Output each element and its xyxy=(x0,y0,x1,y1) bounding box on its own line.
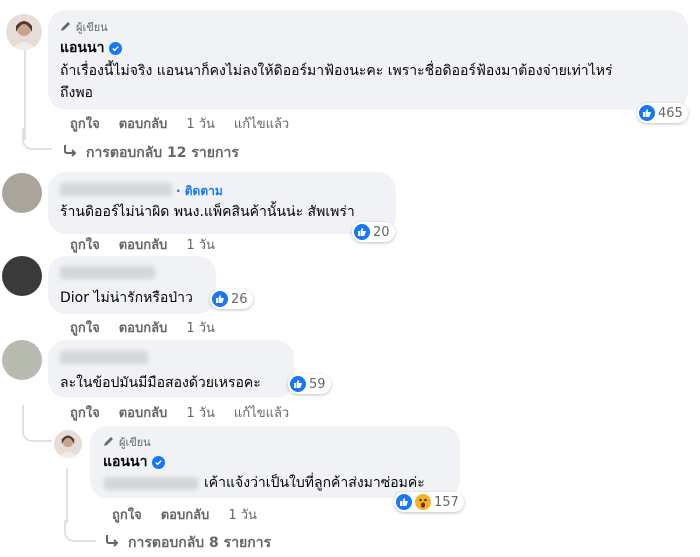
reaction-summary[interactable]: 26 xyxy=(210,289,253,309)
edited-label: แก้ไขแล้ว xyxy=(233,406,290,421)
like-reaction-icon xyxy=(396,494,412,510)
reaction-summary[interactable]: 59 xyxy=(288,374,331,394)
author-badge: ผู้เขียน xyxy=(60,18,108,36)
thread-line xyxy=(66,468,68,523)
author-badge: ผู้เขียน xyxy=(103,433,151,451)
commenter-name-redacted xyxy=(60,351,148,364)
reply-arrow-icon xyxy=(104,534,120,552)
comment-actions: ถูกใจ ตอบกลับ 1 วัน xyxy=(70,317,234,338)
comment-text: ร้านดิออร์ไม่น่าผิด พนง.แพ็คสินค้านั้นน่… xyxy=(60,204,355,220)
thread-line xyxy=(64,520,96,542)
thread-line xyxy=(22,128,52,150)
pen-icon xyxy=(103,435,115,450)
reply-button[interactable]: ตอบกลับ xyxy=(161,504,210,525)
like-reaction-icon xyxy=(354,224,370,240)
like-button[interactable]: ถูกใจ xyxy=(70,234,100,255)
edited-label: แก้ไขแล้ว xyxy=(233,117,290,132)
like-reaction-icon xyxy=(212,291,228,307)
reaction-summary[interactable]: 157 xyxy=(394,492,464,512)
timestamp[interactable]: 1 วัน xyxy=(186,317,215,338)
comment-text: ละในข้อปมันมีมือสองด้วยเหรอคะ xyxy=(60,375,261,391)
comment-text: Dior ไม่น่ารักหรือป่าว xyxy=(60,290,193,306)
comment-author[interactable]: แอนนา xyxy=(60,37,123,59)
comment-actions: ถูกใจ ตอบกลับ 1 วัน xyxy=(70,234,234,255)
commenter-name-redacted xyxy=(60,183,172,196)
avatar[interactable] xyxy=(2,173,42,213)
verified-icon xyxy=(109,41,123,55)
like-button[interactable]: ถูกใจ xyxy=(70,402,100,423)
reaction-summary[interactable]: 465 xyxy=(637,103,688,123)
timestamp[interactable]: 1 วัน xyxy=(186,402,215,423)
avatar[interactable] xyxy=(54,430,82,458)
reply-button[interactable]: ตอบกลับ xyxy=(119,113,168,134)
reaction-summary[interactable]: 20 xyxy=(352,222,395,242)
comment-actions: ถูกใจ ตอบกลับ 1 วัน แก้ไขแล้ว xyxy=(70,113,308,134)
view-replies-button[interactable]: การตอบกลับ 8 รายการ xyxy=(104,532,271,554)
avatar[interactable] xyxy=(2,256,42,296)
view-replies-button[interactable]: การตอบกลับ 12 รายการ xyxy=(62,142,239,164)
avatar[interactable] xyxy=(2,340,42,380)
verified-icon xyxy=(152,455,166,469)
thread-line xyxy=(22,405,52,442)
thread-line xyxy=(24,50,26,140)
wow-reaction-icon xyxy=(415,494,431,510)
like-button[interactable]: ถูกใจ xyxy=(70,317,100,338)
avatar[interactable] xyxy=(6,14,42,50)
comment-actions: ถูกใจ ตอบกลับ 1 วัน xyxy=(112,504,276,525)
like-button[interactable]: ถูกใจ xyxy=(112,504,142,525)
mentioned-name-redacted xyxy=(104,477,198,490)
pen-icon xyxy=(60,20,72,35)
reply-button[interactable]: ตอบกลับ xyxy=(119,402,168,423)
commenter-name-redacted xyxy=(60,266,155,279)
like-reaction-icon xyxy=(639,105,655,121)
comment-actions: ถูกใจ ตอบกลับ 1 วัน แก้ไขแล้ว xyxy=(70,402,308,423)
comment-text: ถ้าเรื่องนี้ไม่จริง แอนนาก็คงไม่ลงให้ดิอ… xyxy=(60,63,613,101)
follow-button[interactable]: · ติดตาม xyxy=(176,182,223,201)
like-button[interactable]: ถูกใจ xyxy=(70,113,100,134)
comment-author[interactable]: แอนนา xyxy=(103,451,166,473)
timestamp[interactable]: 1 วัน xyxy=(186,113,215,134)
timestamp[interactable]: 1 วัน xyxy=(228,504,257,525)
timestamp[interactable]: 1 วัน xyxy=(186,234,215,255)
reply-button[interactable]: ตอบกลับ xyxy=(119,234,168,255)
comment-text: เค้าแจ้งว่าเป็นใบที่ลูกค้าส่งมาซ่อมค่ะ xyxy=(204,475,425,491)
like-reaction-icon xyxy=(290,376,306,392)
reply-button[interactable]: ตอบกลับ xyxy=(119,317,168,338)
reply-arrow-icon xyxy=(62,144,78,162)
